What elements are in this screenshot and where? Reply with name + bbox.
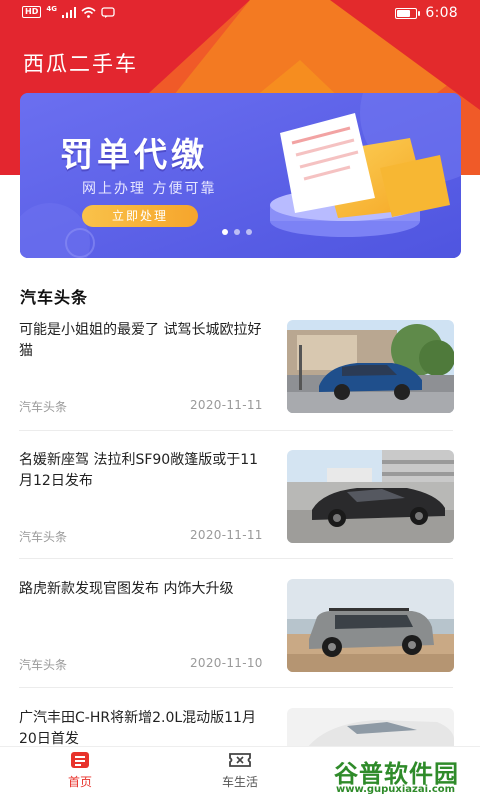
news-date: 2020-11-11	[190, 398, 263, 412]
section-title: 汽车头条	[20, 288, 89, 307]
news-source: 汽车头条	[19, 658, 68, 672]
news-title: 路虎新款发现官图发布 内饰大升级	[19, 581, 234, 597]
news-date: 2020-11-10	[190, 656, 263, 670]
news-thumbnail	[287, 579, 454, 672]
nav-home[interactable]: 首页	[35, 751, 125, 790]
signal-icon	[61, 6, 76, 18]
home-icon	[71, 752, 89, 768]
app-screen: HD 4G 6:08 西瓜二手车 罚单代缴 网上办理 方便可靠 立即处理 汽车头…	[0, 0, 480, 800]
message-icon	[101, 6, 115, 18]
news-item[interactable]: 路虎新款发现官图发布 内饰大升级 汽车头条 2020-11-10	[0, 579, 480, 709]
network-type: 4G	[46, 5, 57, 13]
news-source: 汽车头条	[19, 400, 68, 414]
wifi-icon	[81, 6, 96, 18]
handle-now-button[interactable]: 立即处理	[82, 205, 198, 227]
news-title: 可能是小姐姐的最爱了 试驾长城欧拉好猫	[19, 322, 262, 359]
news-thumbnail	[287, 450, 454, 543]
banner-title: 罚单代缴	[60, 135, 208, 174]
status-bar: HD 4G 6:08	[0, 0, 480, 28]
news-title: 名媛新座驾 法拉利SF90敞篷版或于11月12日发布	[19, 452, 259, 489]
ticket-icon	[229, 753, 251, 767]
app-title: 西瓜二手车	[23, 52, 138, 76]
nav-car-life-label: 车生活	[221, 775, 258, 789]
divider	[19, 430, 453, 431]
news-title: 广汽丰田C-HR将新增2.0L混动版11月20日首发	[19, 710, 256, 747]
battery-icon	[395, 7, 421, 19]
watermark: 谷普软件园 www.gupuxiazai.com	[330, 752, 480, 800]
watermark-url: www.gupuxiazai.com	[336, 784, 456, 795]
nav-car-life[interactable]: 车生活	[195, 751, 285, 790]
banner-dot[interactable]	[246, 229, 252, 235]
banner-dot[interactable]	[234, 229, 240, 235]
divider	[19, 687, 453, 688]
banner-dot[interactable]	[222, 229, 228, 235]
nav-home-label: 首页	[67, 775, 92, 789]
news-date: 2020-11-11	[190, 528, 263, 542]
divider	[19, 558, 453, 559]
news-thumbnail	[287, 320, 454, 413]
banner-pagination	[222, 229, 252, 235]
hd-badge: HD	[22, 6, 42, 18]
banner-subtitle: 网上办理 方便可靠	[82, 181, 217, 197]
news-item[interactable]: 名媛新座驾 法拉利SF90敞篷版或于11月12日发布 汽车头条 2020-11-…	[0, 450, 480, 580]
clock: 6:08	[425, 5, 458, 21]
news-source: 汽车头条	[19, 530, 68, 544]
